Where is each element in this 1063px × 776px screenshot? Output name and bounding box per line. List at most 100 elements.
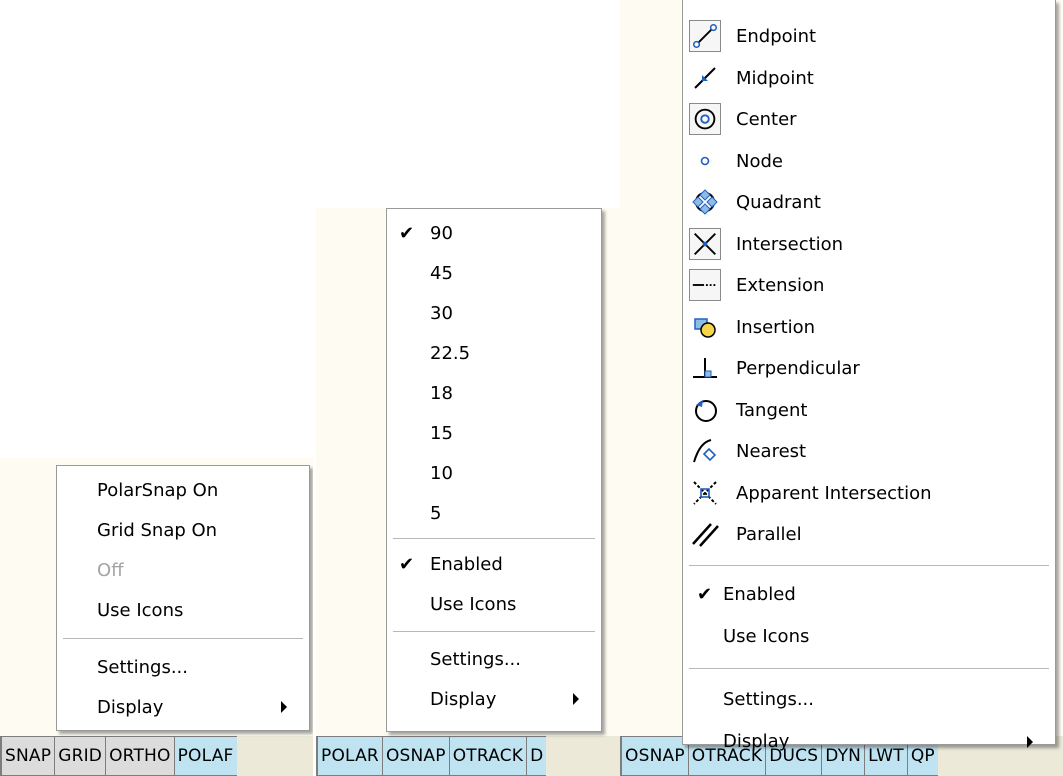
menu-item-settings[interactable]: Settings...: [57, 647, 309, 687]
menu-item-midpoint[interactable]: Midpoint: [683, 58, 1055, 100]
menu-item-label: PolarSnap On: [97, 479, 219, 501]
menu-item-label: 10: [430, 462, 453, 484]
menu-item-use-icons[interactable]: Use Icons: [57, 590, 309, 630]
status-button-grid[interactable]: GRID: [54, 736, 106, 776]
menu-item-parallel[interactable]: Parallel: [683, 514, 1055, 556]
menu-item-angle-30[interactable]: 30: [387, 293, 601, 333]
menu-item-angle-15[interactable]: 15: [387, 413, 601, 453]
menu-item-label: 22.5: [430, 342, 471, 364]
menu-item-label: Enabled: [430, 553, 503, 575]
status-bar: SNAP GRID ORTHO POLAF: [0, 736, 313, 776]
menu-item-apparent-intersection[interactable]: Apparent Intersection: [683, 473, 1055, 515]
status-button-osnap[interactable]: OSNAP: [620, 736, 688, 776]
status-button-ortho[interactable]: ORTHO: [105, 736, 174, 776]
snap-context-menu: PolarSnap On Grid Snap On Off Use Icons …: [56, 465, 310, 731]
snap-panel: SNAP GRID ORTHO POLAF PolarSnap On Grid …: [0, 458, 313, 776]
menu-item-label: Grid Snap On: [97, 519, 218, 541]
submenu-arrow-icon: [1027, 735, 1033, 748]
menu-item-label: 15: [430, 422, 453, 444]
menu-item-quadrant[interactable]: Quadrant: [683, 182, 1055, 224]
menu-item-angle-5[interactable]: 5: [387, 493, 601, 533]
menu-separator: [689, 667, 1049, 669]
menu-item-label: Off: [97, 559, 124, 581]
menu-item-intersection[interactable]: Intersection: [683, 224, 1055, 266]
menu-item-label: Display: [723, 731, 790, 752]
menu-item-nearest[interactable]: Nearest: [683, 431, 1055, 473]
checkmark-icon: ✔: [399, 222, 415, 244]
menu-item-enabled[interactable]: ✔ Enabled: [683, 574, 1055, 616]
menu-item-label: Midpoint: [736, 67, 814, 89]
perpendicular-icon: [689, 352, 721, 384]
menu-item-label: Parallel: [736, 524, 802, 546]
insertion-icon: [689, 311, 721, 343]
menu-item-label: Tangent: [736, 399, 808, 421]
status-button-osnap[interactable]: OSNAP: [381, 736, 449, 776]
menu-item-settings[interactable]: Settings...: [683, 679, 1055, 721]
menu-item-label: 90: [430, 222, 453, 244]
midpoint-icon: [689, 62, 721, 94]
menu-item-label: Use Icons: [723, 626, 810, 647]
menu-item-enabled[interactable]: ✔ Enabled: [387, 544, 601, 584]
menu-item-display[interactable]: Display: [683, 721, 1055, 763]
menu-item-label: Enabled: [723, 584, 796, 605]
menu-item-label: Settings...: [97, 656, 188, 678]
polar-panel: POLAR OSNAP OTRACK D ✔ 90 45 30 22.5 18 1…: [316, 208, 620, 776]
menu-item-label: Insertion: [736, 316, 816, 338]
polar-context-menu: ✔ 90 45 30 22.5 18 15 10 5 ✔ Enabled Use I…: [386, 208, 602, 732]
menu-item-label: 18: [430, 382, 453, 404]
menu-item-label: Display: [430, 688, 497, 710]
menu-item-label: Extension: [736, 275, 825, 297]
quadrant-icon: [689, 186, 721, 218]
menu-item-angle-22-5[interactable]: 22.5: [387, 333, 601, 373]
menu-item-label: 30: [430, 302, 453, 324]
menu-item-extension[interactable]: Extension: [683, 265, 1055, 307]
menu-item-off[interactable]: Off: [57, 550, 309, 590]
menu-item-label: Use Icons: [97, 599, 184, 621]
menu-item-label: Settings...: [723, 689, 814, 710]
endpoint-icon: [689, 20, 721, 52]
checkmark-icon: ✔: [697, 584, 713, 605]
menu-item-perpendicular[interactable]: Perpendicular: [683, 348, 1055, 390]
menu-item-use-icons[interactable]: Use Icons: [683, 616, 1055, 658]
menu-item-display[interactable]: Display: [387, 679, 601, 719]
submenu-arrow-icon: [281, 701, 287, 713]
menu-separator: [393, 538, 595, 539]
status-button-d[interactable]: D: [526, 736, 547, 776]
menu-item-angle-10[interactable]: 10: [387, 453, 601, 493]
menu-item-label: Perpendicular: [736, 358, 860, 380]
menu-item-label: Apparent Intersection: [736, 482, 932, 504]
menu-item-display[interactable]: Display: [57, 687, 309, 727]
intersection-icon: [689, 227, 721, 260]
osnap-context-menu: Endpoint Midpoint Center Node Quadrant I…: [682, 0, 1056, 752]
tangent-icon: [689, 394, 721, 426]
extension-icon: [689, 269, 721, 301]
menu-item-angle-18[interactable]: 18: [387, 373, 601, 413]
status-button-polar[interactable]: POLAR: [316, 736, 382, 776]
menu-separator: [689, 564, 1049, 566]
nearest-icon: [689, 435, 721, 467]
menu-item-angle-90[interactable]: ✔ 90: [387, 213, 601, 253]
menu-item-insertion[interactable]: Insertion: [683, 307, 1055, 349]
menu-item-center[interactable]: Center: [683, 99, 1055, 141]
menu-item-label: Intersection: [736, 233, 844, 255]
osnap-panel: OSNAP OTRACK DUCS DYN LWT QP Endpoint Mi…: [620, 0, 1063, 776]
menu-item-endpoint[interactable]: Endpoint: [683, 16, 1055, 58]
menu-item-label: 45: [430, 262, 453, 284]
menu-item-polarsnap-on[interactable]: PolarSnap On: [57, 470, 309, 510]
menu-item-label: Use Icons: [430, 593, 517, 615]
status-button-otrack[interactable]: OTRACK: [448, 736, 527, 776]
status-button-snap[interactable]: SNAP: [0, 736, 55, 776]
menu-item-angle-45[interactable]: 45: [387, 253, 601, 293]
menu-item-label: 5: [430, 502, 442, 524]
parallel-icon: [689, 518, 721, 550]
status-button-polar[interactable]: POLAF: [173, 736, 237, 776]
menu-item-settings[interactable]: Settings...: [387, 639, 601, 679]
submenu-arrow-icon: [573, 693, 579, 705]
menu-item-label: Quadrant: [736, 192, 821, 214]
center-icon: [689, 103, 721, 135]
menu-item-tangent[interactable]: Tangent: [683, 390, 1055, 432]
menu-item-use-icons[interactable]: Use Icons: [387, 584, 601, 624]
menu-item-label: Settings...: [430, 648, 521, 670]
menu-item-node[interactable]: Node: [683, 141, 1055, 183]
menu-item-grid-snap-on[interactable]: Grid Snap On: [57, 510, 309, 550]
